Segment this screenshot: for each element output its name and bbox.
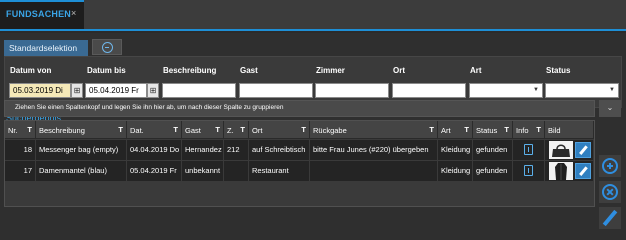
datum-bis-input[interactable]: 05.04.2019 Fr — [85, 83, 147, 98]
column-header-rueckgabe[interactable]: Rückgabe T — [310, 121, 438, 139]
item-photo[interactable] — [549, 141, 573, 159]
filter-icon[interactable]: T — [536, 125, 541, 134]
edit-image-button[interactable] — [575, 142, 591, 158]
filter-icon[interactable]: T — [173, 125, 178, 134]
add-button[interactable] — [599, 155, 621, 177]
cell-info — [513, 140, 545, 160]
column-header-bild[interactable]: Bild — [545, 121, 594, 139]
info-icon[interactable] — [524, 144, 533, 155]
filter-icon[interactable]: T — [464, 125, 469, 134]
cell-z: 212 — [224, 140, 249, 160]
edit-image-button[interactable] — [575, 163, 591, 179]
column-header-status[interactable]: Status T — [473, 121, 513, 139]
cell-info — [513, 161, 545, 181]
column-header-art[interactable]: Art T — [438, 121, 473, 139]
cell-nr: 18 — [5, 140, 36, 160]
filter-icon[interactable]: T — [429, 125, 434, 134]
filter-icon[interactable]: T — [301, 125, 306, 134]
cell-beschreibung: Messenger bag (empty) — [36, 140, 127, 160]
item-photo[interactable] — [549, 162, 573, 180]
column-header-info[interactable]: Info T — [513, 121, 545, 139]
beschreibung-input[interactable] — [162, 83, 236, 98]
datum-von-input[interactable]: 05.03.2019 Di — [9, 83, 71, 98]
calendar-icon[interactable]: ⊞ — [147, 83, 159, 98]
cell-beschreibung: Damenmantel (blau) — [36, 161, 127, 181]
column-header-gast[interactable]: Gast T — [182, 121, 224, 139]
cell-bild — [545, 140, 594, 160]
cell-ort: auf Schreibtisch — [249, 140, 310, 160]
ort-input[interactable] — [392, 83, 466, 98]
coat-image — [549, 162, 573, 180]
cell-gast: unbekannt — [182, 161, 224, 181]
filter-icon[interactable]: T — [504, 125, 509, 134]
filter-icon[interactable]: T — [27, 125, 32, 134]
column-header-z[interactable]: Z. T — [224, 121, 249, 139]
filter-icon[interactable]: T — [240, 125, 245, 134]
cell-bild — [545, 161, 594, 181]
column-header-dat[interactable]: Dat. T — [127, 121, 182, 139]
group-by-drop-area[interactable]: Ziehen Sie einen Spaltenkopf und legen S… — [4, 100, 595, 117]
grid-header: Nr. T Beschreibung T Dat. T Gast T Z. T Ort T … — [5, 121, 594, 139]
cell-dat: 05.04.2019 Fr — [127, 161, 182, 181]
cell-rueckgabe — [310, 161, 438, 181]
tab-close-icon[interactable]: × — [71, 8, 76, 18]
minus-circle-icon — [102, 42, 113, 53]
cell-status: gefunden — [473, 161, 513, 181]
tab-label: FUNDSACHEN — [6, 9, 71, 19]
delete-button[interactable] — [599, 181, 621, 203]
cell-dat: 04.04.2019 Do — [127, 140, 182, 160]
x-circle-icon — [602, 184, 618, 200]
label-datum-bis: Datum bis — [87, 66, 126, 75]
cell-z — [224, 161, 249, 181]
filter-icon[interactable]: T — [215, 125, 220, 134]
cell-gast: Hernandez — [182, 140, 224, 160]
bag-image — [549, 141, 573, 159]
column-header-ort[interactable]: Ort T — [249, 121, 310, 139]
edit-button[interactable] — [599, 207, 621, 229]
label-ort: Ort — [393, 66, 405, 75]
results-grid: Nr. T Beschreibung T Dat. T Gast T Z. T Ort T … — [4, 120, 595, 207]
section-standardselektion[interactable]: Standardselektion — [4, 40, 88, 56]
collapse-filter-button[interactable] — [92, 39, 122, 55]
cell-nr: 17 — [5, 161, 36, 181]
chevron-down-icon: ▼ — [609, 87, 615, 93]
label-zimmer: Zimmer — [316, 66, 345, 75]
table-row[interactable]: 17 Damenmantel (blau) 05.04.2019 Fr unbe… — [5, 161, 594, 181]
cell-rueckgabe: bitte Frau Junes (#220) übergeben — [310, 140, 438, 160]
table-row[interactable]: 18 Messenger bag (empty) 04.04.2019 Do H… — [5, 140, 594, 160]
label-art: Art — [470, 66, 482, 75]
cell-art: Kleidung — [438, 140, 473, 160]
filter-icon[interactable]: T — [118, 125, 123, 134]
label-beschreibung: Beschreibung — [163, 66, 217, 75]
column-header-nr[interactable]: Nr. T — [5, 121, 36, 139]
gast-input[interactable] — [239, 83, 313, 98]
zimmer-input[interactable] — [315, 83, 389, 98]
plus-circle-icon — [602, 158, 618, 174]
calendar-icon[interactable]: ⊞ — [71, 83, 83, 98]
chevron-down-icon: ▼ — [533, 87, 539, 93]
document-tab-bar: FUNDSACHEN × — [0, 0, 626, 31]
art-select[interactable]: ▼ — [469, 83, 543, 98]
status-select[interactable]: ▼ — [545, 83, 619, 98]
label-datum-von: Datum von — [10, 66, 52, 75]
chevron-down-icon[interactable]: ⌄ — [599, 100, 621, 117]
label-status: Status — [546, 66, 571, 75]
column-header-beschreibung[interactable]: Beschreibung T — [36, 121, 127, 139]
cell-art: Kleidung — [438, 161, 473, 181]
cell-ort: Restaurant — [249, 161, 310, 181]
cell-status: gefunden — [473, 140, 513, 160]
info-icon[interactable] — [524, 165, 533, 176]
tab-fundsachen[interactable]: FUNDSACHEN × — [0, 0, 84, 29]
label-gast: Gast — [240, 66, 258, 75]
pencil-icon — [602, 209, 618, 227]
